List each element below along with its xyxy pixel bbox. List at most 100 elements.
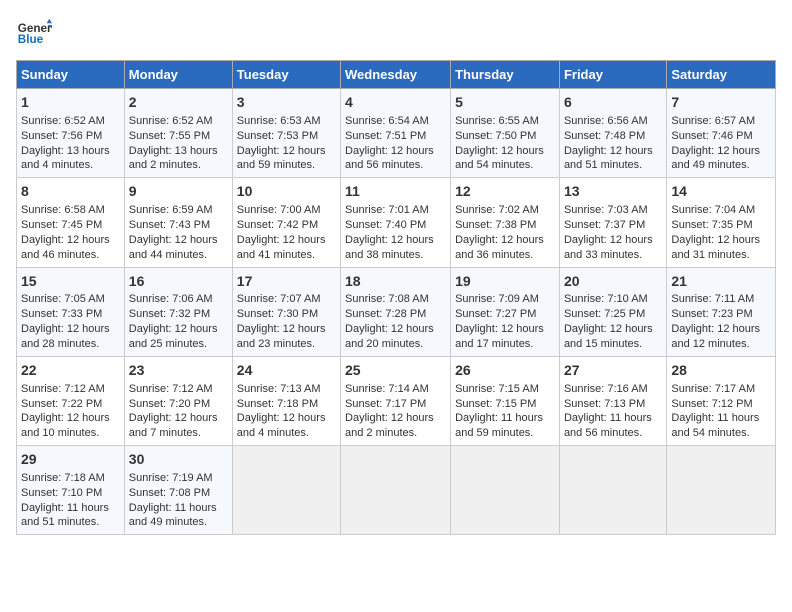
- day-cell-6: 6Sunrise: 6:56 AMSunset: 7:48 PMDaylight…: [559, 89, 666, 178]
- daylight-text: Daylight: 12 hours and 44 minutes.: [129, 234, 218, 261]
- daylight-text: Daylight: 13 hours and 2 minutes.: [129, 145, 218, 172]
- sunrise-text: Sunrise: 7:16 AM: [564, 383, 648, 395]
- sunset-text: Sunset: 7:38 PM: [455, 219, 536, 231]
- sunrise-text: Sunrise: 7:04 AM: [671, 204, 755, 216]
- sunrise-text: Sunrise: 7:12 AM: [21, 383, 105, 395]
- day-cell-22: 22Sunrise: 7:12 AMSunset: 7:22 PMDayligh…: [17, 356, 125, 445]
- day-number: 4: [345, 93, 446, 112]
- daylight-text: Daylight: 12 hours and 51 minutes.: [564, 145, 653, 172]
- day-number: 16: [129, 272, 228, 291]
- daylight-text: Daylight: 12 hours and 12 minutes.: [671, 323, 760, 350]
- calendar-week-1: 1Sunrise: 6:52 AMSunset: 7:56 PMDaylight…: [17, 89, 776, 178]
- daylight-text: Daylight: 12 hours and 23 minutes.: [237, 323, 326, 350]
- day-cell-19: 19Sunrise: 7:09 AMSunset: 7:27 PMDayligh…: [451, 267, 560, 356]
- day-number: 22: [21, 361, 120, 380]
- daylight-text: Daylight: 12 hours and 25 minutes.: [129, 323, 218, 350]
- day-number: 23: [129, 361, 228, 380]
- col-thursday: Thursday: [451, 61, 560, 89]
- day-number: 29: [21, 450, 120, 469]
- sunset-text: Sunset: 7:48 PM: [564, 130, 645, 142]
- header-row: Sunday Monday Tuesday Wednesday Thursday…: [17, 61, 776, 89]
- daylight-text: Daylight: 12 hours and 56 minutes.: [345, 145, 434, 172]
- day-number: 2: [129, 93, 228, 112]
- day-cell-9: 9Sunrise: 6:59 AMSunset: 7:43 PMDaylight…: [124, 178, 232, 267]
- day-cell-13: 13Sunrise: 7:03 AMSunset: 7:37 PMDayligh…: [559, 178, 666, 267]
- day-cell-25: 25Sunrise: 7:14 AMSunset: 7:17 PMDayligh…: [341, 356, 451, 445]
- day-cell-5: 5Sunrise: 6:55 AMSunset: 7:50 PMDaylight…: [451, 89, 560, 178]
- day-cell-14: 14Sunrise: 7:04 AMSunset: 7:35 PMDayligh…: [667, 178, 776, 267]
- day-cell-24: 24Sunrise: 7:13 AMSunset: 7:18 PMDayligh…: [232, 356, 340, 445]
- sunrise-text: Sunrise: 6:57 AM: [671, 115, 755, 127]
- daylight-text: Daylight: 12 hours and 17 minutes.: [455, 323, 544, 350]
- logo: General Blue: [16, 16, 52, 52]
- day-number: 17: [237, 272, 336, 291]
- sunset-text: Sunset: 7:46 PM: [671, 130, 752, 142]
- sunset-text: Sunset: 7:15 PM: [455, 398, 536, 410]
- sunset-text: Sunset: 7:43 PM: [129, 219, 210, 231]
- day-number: 13: [564, 182, 662, 201]
- sunset-text: Sunset: 7:12 PM: [671, 398, 752, 410]
- sunset-text: Sunset: 7:55 PM: [129, 130, 210, 142]
- daylight-text: Daylight: 12 hours and 15 minutes.: [564, 323, 653, 350]
- calendar-week-3: 15Sunrise: 7:05 AMSunset: 7:33 PMDayligh…: [17, 267, 776, 356]
- empty-cell: [559, 446, 666, 535]
- daylight-text: Daylight: 12 hours and 46 minutes.: [21, 234, 110, 261]
- daylight-text: Daylight: 12 hours and 10 minutes.: [21, 412, 110, 439]
- day-number: 6: [564, 93, 662, 112]
- sunset-text: Sunset: 7:30 PM: [237, 308, 318, 320]
- logo-icon: General Blue: [16, 16, 52, 52]
- day-number: 19: [455, 272, 555, 291]
- day-cell-10: 10Sunrise: 7:00 AMSunset: 7:42 PMDayligh…: [232, 178, 340, 267]
- day-cell-26: 26Sunrise: 7:15 AMSunset: 7:15 PMDayligh…: [451, 356, 560, 445]
- sunrise-text: Sunrise: 6:58 AM: [21, 204, 105, 216]
- day-number: 30: [129, 450, 228, 469]
- sunset-text: Sunset: 7:25 PM: [564, 308, 645, 320]
- day-cell-1: 1Sunrise: 6:52 AMSunset: 7:56 PMDaylight…: [17, 89, 125, 178]
- col-tuesday: Tuesday: [232, 61, 340, 89]
- sunrise-text: Sunrise: 7:17 AM: [671, 383, 755, 395]
- sunrise-text: Sunrise: 7:18 AM: [21, 472, 105, 484]
- calendar-week-4: 22Sunrise: 7:12 AMSunset: 7:22 PMDayligh…: [17, 356, 776, 445]
- sunrise-text: Sunrise: 6:52 AM: [21, 115, 105, 127]
- daylight-text: Daylight: 12 hours and 28 minutes.: [21, 323, 110, 350]
- empty-cell: [667, 446, 776, 535]
- sunrise-text: Sunrise: 7:06 AM: [129, 293, 213, 305]
- day-number: 11: [345, 182, 446, 201]
- sunrise-text: Sunrise: 7:13 AM: [237, 383, 321, 395]
- day-cell-18: 18Sunrise: 7:08 AMSunset: 7:28 PMDayligh…: [341, 267, 451, 356]
- sunrise-text: Sunrise: 7:00 AM: [237, 204, 321, 216]
- daylight-text: Daylight: 12 hours and 7 minutes.: [129, 412, 218, 439]
- sunrise-text: Sunrise: 7:03 AM: [564, 204, 648, 216]
- sunset-text: Sunset: 7:56 PM: [21, 130, 102, 142]
- sunrise-text: Sunrise: 7:02 AM: [455, 204, 539, 216]
- sunrise-text: Sunrise: 6:55 AM: [455, 115, 539, 127]
- page-header: General Blue: [16, 16, 776, 52]
- col-friday: Friday: [559, 61, 666, 89]
- day-number: 9: [129, 182, 228, 201]
- sunrise-text: Sunrise: 7:19 AM: [129, 472, 213, 484]
- daylight-text: Daylight: 12 hours and 20 minutes.: [345, 323, 434, 350]
- daylight-text: Daylight: 12 hours and 54 minutes.: [455, 145, 544, 172]
- day-number: 8: [21, 182, 120, 201]
- sunset-text: Sunset: 7:27 PM: [455, 308, 536, 320]
- sunset-text: Sunset: 7:32 PM: [129, 308, 210, 320]
- day-cell-23: 23 Sunrise: 7:12 AM Sunset: 7:20 PM Dayligh…: [124, 356, 232, 445]
- day-number: 18: [345, 272, 446, 291]
- empty-cell: [341, 446, 451, 535]
- sunrise-text: Sunrise: 7:12 AM: [129, 383, 213, 395]
- daylight-text: Daylight: 12 hours and 38 minutes.: [345, 234, 434, 261]
- calendar-week-5: 29Sunrise: 7:18 AMSunset: 7:10 PMDayligh…: [17, 446, 776, 535]
- daylight-text: Daylight: 12 hours and 31 minutes.: [671, 234, 760, 261]
- empty-cell: [451, 446, 560, 535]
- day-number: 27: [564, 361, 662, 380]
- day-cell-27: 27Sunrise: 7:16 AMSunset: 7:13 PMDayligh…: [559, 356, 666, 445]
- sunset-text: Sunset: 7:20 PM: [129, 398, 210, 410]
- sunrise-text: Sunrise: 7:08 AM: [345, 293, 429, 305]
- sunrise-text: Sunrise: 6:53 AM: [237, 115, 321, 127]
- sunset-text: Sunset: 7:33 PM: [21, 308, 102, 320]
- daylight-text: Daylight: 12 hours and 41 minutes.: [237, 234, 326, 261]
- col-sunday: Sunday: [17, 61, 125, 89]
- day-number: 25: [345, 361, 446, 380]
- day-number: 26: [455, 361, 555, 380]
- sunrise-text: Sunrise: 7:15 AM: [455, 383, 539, 395]
